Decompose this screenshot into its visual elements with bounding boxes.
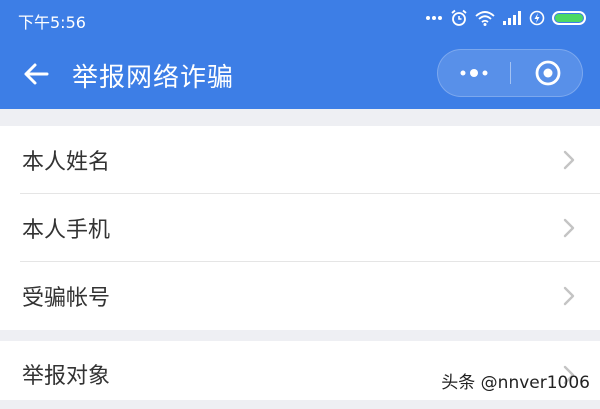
chevron-right-icon bbox=[563, 286, 575, 306]
chevron-right-icon bbox=[563, 150, 575, 170]
battery-icon bbox=[552, 11, 586, 25]
personal-info-group: 本人姓名 本人手机 受骗帐号 bbox=[0, 126, 600, 330]
navigation-bar: 举报网络诈骗 bbox=[0, 38, 600, 109]
list-item-account[interactable]: 受骗帐号 bbox=[0, 262, 600, 330]
list-item-label: 本人手机 bbox=[22, 218, 111, 243]
signal-icon bbox=[503, 11, 521, 25]
watermark-text: 头条 @nnver1006 bbox=[441, 373, 590, 393]
alarm-icon bbox=[451, 9, 467, 26]
status-time: 下午5:56 bbox=[18, 13, 86, 32]
page-title: 举报网络诈骗 bbox=[72, 63, 235, 93]
wifi-icon bbox=[475, 11, 495, 26]
mini-program-capsule bbox=[437, 49, 583, 97]
more-dots-icon bbox=[426, 16, 442, 20]
list-item-phone[interactable]: 本人手机 bbox=[0, 194, 600, 262]
status-bar: 下午5:56 bbox=[0, 0, 600, 38]
list-item-label: 本人姓名 bbox=[22, 150, 111, 175]
list-item-name[interactable]: 本人姓名 bbox=[0, 126, 600, 194]
more-icon[interactable] bbox=[438, 50, 510, 96]
list-item-label: 受骗帐号 bbox=[22, 286, 111, 311]
close-target-icon[interactable] bbox=[511, 50, 583, 96]
status-icons bbox=[425, 8, 586, 28]
back-arrow-icon[interactable] bbox=[20, 58, 52, 90]
chevron-right-icon bbox=[563, 218, 575, 238]
header-bar: 下午5:56 举报网络诈骗 bbox=[0, 0, 600, 109]
charging-icon bbox=[529, 10, 545, 26]
list-item-label: 举报对象 bbox=[22, 364, 111, 389]
